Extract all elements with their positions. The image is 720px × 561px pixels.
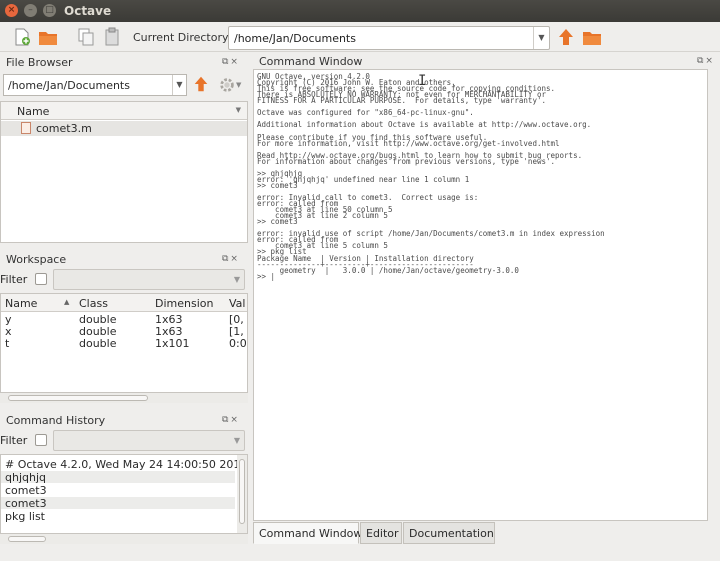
terminal-line: For information about changes from previ… [257, 156, 556, 166]
history-filter-row: Filter ▼ [0, 430, 248, 452]
history-vertical-scrollbar[interactable] [237, 455, 247, 533]
terminal-line: Additional information about Octave is a… [257, 120, 592, 130]
gear-icon[interactable] [218, 76, 236, 94]
command-window-scrollbar[interactable] [708, 69, 718, 521]
filter-label: Filter [0, 273, 28, 286]
arrow-up-icon[interactable] [192, 75, 210, 93]
column-header-value[interactable]: Val [229, 297, 245, 310]
window-titlebar: × – □ Octave [0, 0, 720, 22]
filter-combo[interactable]: ▼ [53, 430, 245, 451]
workspace-table-header: Name ▲ Class Dimension Val [1, 294, 247, 312]
file-icon [21, 122, 31, 134]
column-header-name[interactable]: Name [5, 297, 37, 310]
list-item[interactable]: pkg list [5, 510, 45, 523]
chevron-down-icon[interactable]: ▼ [236, 106, 241, 114]
scrollbar-thumb[interactable] [8, 395, 148, 401]
command-window-terminal[interactable]: GNU Octave, version 4.2.0 Copyright (C) 2… [253, 69, 708, 521]
var-name: t [5, 337, 10, 350]
list-item[interactable]: qhjqhjq [5, 471, 46, 484]
workspace-horizontal-scrollbar[interactable] [0, 393, 248, 403]
main-toolbar: Current Directory: /home/Jan/Documents ▼ [0, 22, 720, 52]
tab-documentation[interactable]: Documentation [403, 522, 495, 544]
list-item[interactable]: # Octave 4.2.0, Wed May 24 14:00:50 2017… [5, 458, 247, 471]
workspace-dock-buttons[interactable]: ⧉× [222, 254, 240, 264]
open-folder-icon[interactable] [38, 27, 58, 47]
command-history-list[interactable]: # Octave 4.2.0, Wed May 24 14:00:50 2017… [0, 454, 248, 534]
chevron-down-icon: ▼ [233, 275, 240, 284]
history-horizontal-scrollbar[interactable] [0, 534, 248, 544]
list-item[interactable]: comet3 [5, 497, 47, 510]
command-history-title: Command History [6, 414, 106, 427]
command-history-dock-buttons[interactable]: ⧉× [222, 415, 240, 425]
list-item[interactable]: comet3 [5, 484, 47, 497]
var-value: 0:0. [229, 337, 247, 350]
maximize-window-button[interactable]: □ [43, 4, 56, 17]
folder-icon[interactable] [582, 27, 602, 47]
terminal-line: >> comet3 [257, 217, 298, 227]
command-window-title: Command Window [259, 55, 363, 68]
filter-checkbox[interactable] [35, 434, 47, 446]
chevron-down-icon[interactable]: ▼ [172, 75, 186, 95]
file-name: comet3.m [36, 122, 92, 135]
filter-checkbox[interactable] [35, 273, 47, 285]
arrow-up-icon[interactable] [556, 27, 576, 47]
tab-editor[interactable]: Editor [360, 522, 402, 544]
workspace-table[interactable]: Name ▲ Class Dimension Val y double 1x63… [0, 293, 248, 393]
minimize-window-button[interactable]: – [24, 4, 37, 17]
close-window-button[interactable]: × [5, 4, 18, 17]
status-bar [0, 546, 720, 561]
chevron-down-icon: ▼ [233, 436, 240, 445]
file-browser-path: /home/Jan/Documents [8, 79, 130, 92]
current-directory-value: /home/Jan/Documents [234, 32, 356, 45]
workspace-title: Workspace [6, 253, 67, 266]
terminal-line: For more information, visit http://www.o… [257, 138, 560, 148]
chevron-down-icon[interactable]: ▼ [236, 81, 241, 89]
file-browser-title: File Browser [6, 56, 73, 69]
scrollbar-thumb[interactable] [239, 459, 245, 524]
file-browser-header: Name ▼ [1, 102, 247, 120]
file-browser-dock-buttons[interactable]: ⧉× [222, 57, 240, 67]
column-header-class[interactable]: Class [79, 297, 108, 310]
terminal-line: >> | [257, 271, 276, 281]
current-directory-combo[interactable]: /home/Jan/Documents ▼ [228, 26, 550, 50]
terminal-line: >> comet3 [257, 180, 298, 190]
filter-label: Filter [0, 434, 28, 447]
current-directory-label: Current Directory: [133, 31, 232, 44]
table-row[interactable]: t double 1x101 0:0. [1, 337, 247, 350]
file-browser-list[interactable]: Name ▼ comet3.m [0, 101, 248, 243]
terminal-line: geometry | 3.0.0 | /home/Jan/octave/geom… [257, 265, 519, 275]
sort-ascending-icon: ▲ [64, 298, 70, 306]
table-row[interactable]: y double 1x63 [0, ( [1, 313, 247, 326]
var-dimension: 1x101 [155, 337, 190, 350]
list-item[interactable]: comet3.m [1, 121, 247, 136]
column-header-name[interactable]: Name [17, 105, 49, 118]
filter-combo[interactable]: ▼ [53, 269, 245, 290]
text-cursor-icon: I [418, 73, 427, 89]
table-row[interactable]: x double 1x63 [1, ( [1, 325, 247, 338]
terminal-line: Octave was configured for "x86_64-pc-lin… [257, 108, 474, 118]
workspace-filter-row: Filter ▼ [0, 269, 248, 291]
paste-icon[interactable] [102, 27, 122, 47]
scrollbar-thumb[interactable] [8, 536, 46, 542]
chevron-down-icon[interactable]: ▼ [533, 27, 549, 49]
column-header-dimension[interactable]: Dimension [155, 297, 213, 310]
file-browser-path-combo[interactable]: /home/Jan/Documents ▼ [3, 74, 187, 96]
copy-icon[interactable] [76, 27, 96, 47]
new-script-icon[interactable] [12, 27, 32, 47]
command-window-dock-buttons[interactable]: ⧉× [697, 56, 715, 66]
var-class: double [79, 337, 117, 350]
window-title: Octave [64, 4, 112, 18]
terminal-line: FITNESS FOR A PARTICULAR PURPOSE. For de… [257, 96, 546, 106]
tab-command-window[interactable]: Command Window [253, 522, 362, 544]
